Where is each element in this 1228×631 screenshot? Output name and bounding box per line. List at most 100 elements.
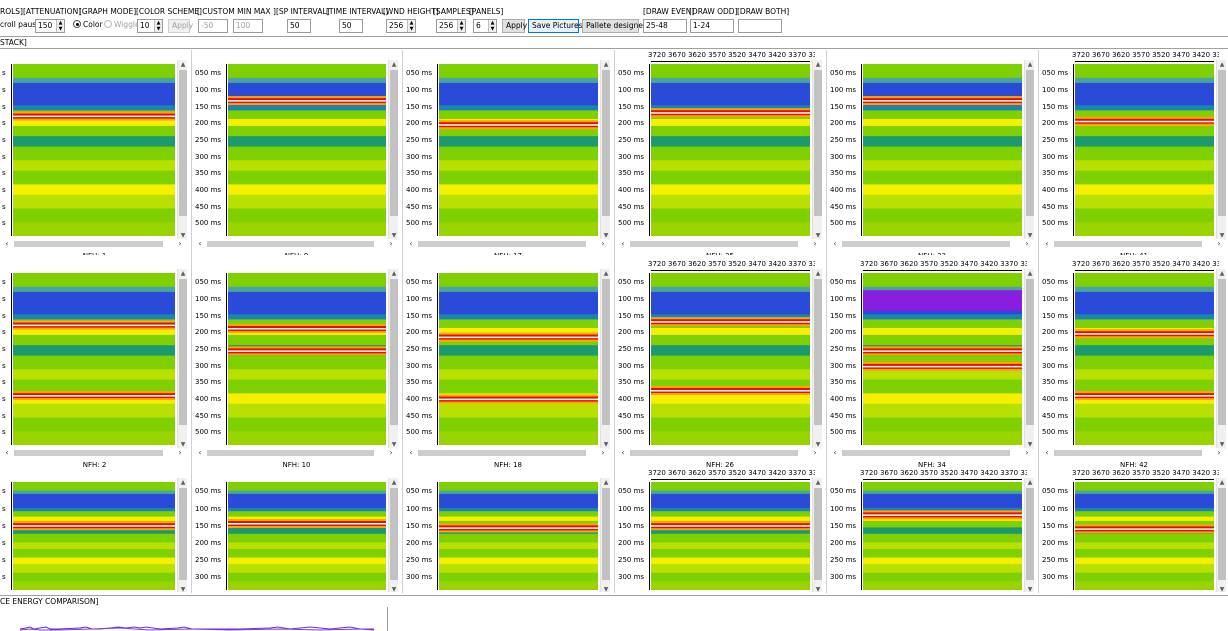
scrollbar-thumb[interactable] (1218, 279, 1226, 425)
scroll-up-icon[interactable]: ▲ (389, 478, 399, 487)
scrollbar-thumb[interactable] (1026, 70, 1034, 216)
vertical-scrollbar[interactable]: ▲ ▼ (1216, 60, 1226, 240)
scroll-left-icon[interactable]: ‹ (830, 448, 840, 458)
scroll-down-icon[interactable]: ▼ (389, 585, 399, 592)
scroll-left-icon[interactable]: ‹ (618, 239, 628, 249)
spin-arrows-icon[interactable]: ▲ ▼ (407, 20, 415, 32)
scroll-right-icon[interactable]: › (810, 239, 820, 249)
vertical-scrollbar[interactable]: ▲ ▼ (1216, 269, 1226, 449)
scroll-up-icon[interactable]: ▲ (1025, 478, 1035, 487)
scrollbar-thumb[interactable] (1054, 241, 1202, 247)
scrollbar-thumb[interactable] (179, 279, 187, 425)
column-divider[interactable] (402, 50, 403, 593)
scrollbar-thumb[interactable] (418, 450, 586, 456)
custom-max-input[interactable]: 100 (233, 19, 263, 33)
vertical-scrollbar[interactable]: ▲ ▼ (1024, 60, 1034, 240)
draw-both-input[interactable] (738, 19, 782, 33)
samples-stepper[interactable]: 256 ▲ ▼ (436, 19, 466, 33)
scrollbar-thumb[interactable] (418, 241, 586, 247)
scroll-up-icon[interactable]: ▲ (1025, 269, 1035, 278)
scroll-left-icon[interactable]: ‹ (406, 239, 416, 249)
horizontal-scrollbar[interactable]: ‹ › (2, 239, 185, 249)
column-divider[interactable] (826, 50, 827, 593)
scroll-left-icon[interactable]: ‹ (618, 448, 628, 458)
vertical-scrollbar[interactable]: ▲ ▼ (1024, 478, 1034, 592)
scroll-left-icon[interactable]: ‹ (830, 239, 840, 249)
scrollbar-thumb[interactable] (1054, 450, 1202, 456)
apply-button[interactable]: Apply (502, 19, 527, 33)
scroll-right-icon[interactable]: › (175, 239, 185, 249)
spin-arrows-icon[interactable]: ▲ ▼ (457, 20, 465, 32)
scroll-right-icon[interactable]: › (386, 448, 396, 458)
scrollbar-thumb[interactable] (842, 241, 1010, 247)
horizontal-scrollbar[interactable]: ‹ › (830, 239, 1032, 249)
scroll-left-icon[interactable]: ‹ (2, 239, 12, 249)
scrollbar-thumb[interactable] (842, 450, 1010, 456)
scrollbar-thumb[interactable] (630, 450, 798, 456)
horizontal-scrollbar[interactable]: ‹ › (406, 239, 608, 249)
scroll-right-icon[interactable]: › (1022, 239, 1032, 249)
scroll-up-icon[interactable]: ▲ (389, 60, 399, 69)
scroll-up-icon[interactable]: ▲ (178, 478, 188, 487)
scroll-down-icon[interactable]: ▼ (813, 585, 823, 592)
scroll-left-icon[interactable]: ‹ (195, 448, 205, 458)
scrollbar-thumb[interactable] (1026, 488, 1034, 580)
scroll-pause-stepper[interactable]: 150 ▲ ▼ (35, 19, 65, 33)
scrollbar-thumb[interactable] (14, 241, 163, 247)
spin-arrows-icon[interactable]: ▲ ▼ (488, 20, 496, 32)
scrollbar-thumb[interactable] (1218, 488, 1226, 580)
color-scheme-stepper[interactable]: 10 ▲ ▼ (137, 19, 163, 33)
scroll-right-icon[interactable]: › (1214, 448, 1224, 458)
vertical-scrollbar[interactable]: ▲ ▼ (600, 269, 610, 449)
panels-stepper[interactable]: 6 ▲ ▼ (473, 19, 497, 33)
horizontal-scrollbar[interactable]: ‹ › (618, 448, 820, 458)
wnd-height-stepper[interactable]: 256 ▲ ▼ (386, 19, 416, 33)
scroll-down-icon[interactable]: ▼ (178, 585, 188, 592)
column-divider[interactable] (1038, 50, 1039, 593)
spin-arrows-icon[interactable]: ▲ ▼ (154, 20, 162, 32)
draw-even-input[interactable]: 25-48 (643, 19, 687, 33)
horizontal-scrollbar[interactable]: ‹ › (2, 448, 185, 458)
vertical-scrollbar[interactable]: ▲ ▼ (388, 60, 398, 240)
scroll-right-icon[interactable]: › (598, 239, 608, 249)
scrollbar-thumb[interactable] (1026, 279, 1034, 425)
scrollbar-thumb[interactable] (179, 70, 187, 216)
scroll-down-icon[interactable]: ▼ (601, 585, 611, 592)
sp-interval-input[interactable]: 50 (287, 19, 311, 33)
scroll-left-icon[interactable]: ‹ (1042, 448, 1052, 458)
vertical-scrollbar[interactable]: ▲ ▼ (812, 478, 822, 592)
scroll-right-icon[interactable]: › (386, 239, 396, 249)
scrollbar-thumb[interactable] (1218, 70, 1226, 216)
scroll-right-icon[interactable]: › (175, 448, 185, 458)
time-interval-input[interactable]: 50 (339, 19, 363, 33)
scrollbar-thumb[interactable] (602, 488, 610, 580)
scroll-up-icon[interactable]: ▲ (178, 60, 188, 69)
scroll-right-icon[interactable]: › (810, 448, 820, 458)
vertical-scrollbar[interactable]: ▲ ▼ (388, 478, 398, 592)
scroll-right-icon[interactable]: › (1022, 448, 1032, 458)
scroll-up-icon[interactable]: ▲ (813, 269, 823, 278)
scroll-up-icon[interactable]: ▲ (601, 269, 611, 278)
scroll-up-icon[interactable]: ▲ (1217, 269, 1227, 278)
scrollbar-thumb[interactable] (390, 70, 398, 216)
horizontal-scrollbar[interactable]: ‹ › (195, 448, 396, 458)
spin-arrows-icon[interactable]: ▲ ▼ (56, 20, 64, 32)
color-radio[interactable]: Color (73, 19, 103, 33)
wiggle-radio[interactable]: Wiggle (104, 19, 140, 33)
scrollbar-thumb[interactable] (390, 488, 398, 580)
scroll-right-icon[interactable]: › (598, 448, 608, 458)
scrollbar-thumb[interactable] (602, 279, 610, 425)
horizontal-scrollbar[interactable]: ‹ › (1042, 448, 1224, 458)
vertical-scrollbar[interactable]: ▲ ▼ (177, 269, 187, 449)
vertical-scrollbar[interactable]: ▲ ▼ (812, 60, 822, 240)
scroll-down-icon[interactable]: ▼ (1025, 585, 1035, 592)
column-divider[interactable] (191, 50, 192, 593)
scrollbar-thumb[interactable] (207, 450, 374, 456)
scrollbar-thumb[interactable] (602, 70, 610, 216)
scrollbar-thumb[interactable] (814, 488, 822, 580)
vertical-scrollbar[interactable]: ▲ ▼ (177, 478, 187, 592)
vertical-scrollbar[interactable]: ▲ ▼ (600, 478, 610, 592)
vertical-scrollbar[interactable]: ▲ ▼ (1216, 478, 1226, 592)
vertical-scrollbar[interactable]: ▲ ▼ (1024, 269, 1034, 449)
scroll-down-icon[interactable]: ▼ (1217, 585, 1227, 592)
